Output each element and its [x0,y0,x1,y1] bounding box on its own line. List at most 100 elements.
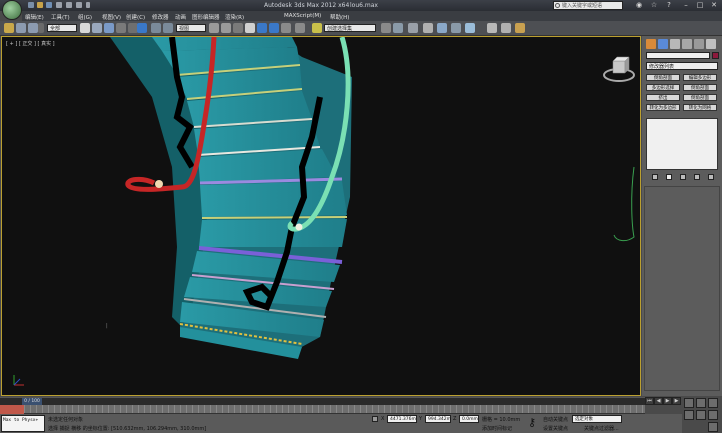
viewcube-widget[interactable] [602,51,636,85]
edit-named-sets-icon[interactable] [295,23,305,33]
time-slider[interactable]: 0 / 100 [0,397,645,405]
menu-create[interactable]: 创建(C) [126,13,145,21]
zoom-icon[interactable] [684,398,694,408]
modifier-button-bevel-profile-3[interactable]: 倒角剖面 [683,94,717,101]
schematic-view-icon[interactable] [451,23,461,33]
save-file-icon[interactable] [46,2,52,8]
selection-lock-icon[interactable] [372,416,378,422]
modifier-button-edit-poly[interactable]: 编辑多边形 [683,74,717,81]
close-button[interactable]: ✕ [708,1,720,10]
modifier-button-turn-to-mesh[interactable]: 转化为网格 [683,104,717,111]
modifier-list-dropdown[interactable]: 修改器列表 [646,62,718,70]
next-frame-icon[interactable]: ▶ [672,397,681,405]
rotate-icon[interactable] [151,23,161,33]
orbit-icon[interactable] [708,410,718,420]
rendered-frame-icon[interactable] [501,23,511,33]
maxscript-listener-input[interactable]: Max to Physx+ [1,415,45,432]
new-file-icon[interactable] [28,2,34,8]
curve-editor-icon[interactable] [437,23,447,33]
zoom-all-icon[interactable] [696,398,706,408]
previous-frame-icon[interactable]: ◀ [654,397,663,405]
modify-tab-icon[interactable] [658,39,668,49]
remove-modifier-icon[interactable] [694,174,700,180]
selection-filter-dropdown[interactable]: 全部 [47,24,77,32]
modifier-button-bevel-profile[interactable]: 倒角剖面 [646,74,680,81]
make-unique-icon[interactable] [680,174,686,180]
maximize-viewport-icon[interactable] [708,422,718,432]
select-object-icon[interactable] [80,23,90,33]
layer-manager-icon[interactable] [408,23,418,33]
track-bar[interactable] [0,405,645,414]
key-mode-dropdown[interactable]: 选定对象 [572,415,622,423]
mirror-icon[interactable] [381,23,391,33]
menu-tools[interactable]: 工具(T) [51,13,70,21]
perspective-viewport[interactable]: [ + ] [ 正交 ] [ 真实 ] | [1,36,641,396]
time-slider-thumb[interactable]: 0 / 100 [22,398,42,405]
set-key-icon[interactable]: ⚷ [528,417,540,429]
reference-coordinate-dropdown[interactable]: 视图 [176,24,206,32]
play-icon[interactable]: ▶ [663,397,672,405]
rectangle-selection-icon[interactable] [104,23,114,33]
modifier-button-turn-to-poly[interactable]: 转化为多边形 [646,104,680,111]
binoculars-icon[interactable]: ◉ [633,1,645,10]
maximize-button[interactable]: □ [694,1,706,10]
snap-3d-icon[interactable] [245,23,255,33]
redo-icon[interactable] [66,2,72,8]
display-tab-icon[interactable] [694,39,704,49]
menu-group[interactable]: 组(G) [78,13,92,21]
object-name-input[interactable] [646,52,710,59]
help-icon[interactable]: ? [663,1,675,10]
star-icon[interactable]: ☆ [648,1,660,10]
render-production-icon[interactable] [515,23,525,33]
x-coordinate-field[interactable]: 4471.376m [387,415,417,423]
y-coordinate-field[interactable]: 994.342m [425,415,451,423]
pan-icon[interactable] [696,410,706,420]
project-folder-icon[interactable] [76,2,82,8]
field-of-view-icon[interactable] [684,410,694,420]
open-file-icon[interactable] [37,2,43,8]
utilities-tab-icon[interactable] [706,39,716,49]
bind-space-warp-icon[interactable] [38,23,44,33]
z-coordinate-field[interactable]: 0.0mm [459,415,479,423]
modifier-button-bevel-profile-2[interactable]: 倒角剖面 [683,84,717,91]
minimize-button[interactable]: – [680,1,692,10]
key-filters-button[interactable]: 关键点过滤器... [584,425,619,432]
menu-views[interactable]: 视图(V) [102,13,121,21]
scale-icon[interactable] [163,23,173,33]
modifier-button-poly-select[interactable]: 多边形选择 [646,84,680,91]
motion-tab-icon[interactable] [682,39,692,49]
window-crossing-icon[interactable] [116,23,126,33]
menu-animation[interactable]: 动画 [175,13,186,21]
pin-stack-icon[interactable] [652,174,658,180]
menu-rendering[interactable]: 渲染(R) [225,13,244,21]
named-selection-dropdown[interactable]: 创建选择集 [324,24,376,32]
percent-snap-icon[interactable] [269,23,279,33]
menu-graph-editors[interactable]: 图形编辑器 [192,13,220,21]
unlink-icon[interactable] [28,23,38,33]
object-color-swatch[interactable] [712,52,719,59]
zoom-extents-icon[interactable] [708,398,718,408]
move-active-icon[interactable] [137,23,147,33]
hierarchy-tab-icon[interactable] [670,39,680,49]
select-manipulate-icon[interactable] [221,23,231,33]
undo-tool-icon[interactable] [4,23,14,33]
app-logo-icon[interactable] [2,0,22,20]
named-selection-icon[interactable] [312,23,322,33]
align-icon[interactable] [393,23,403,33]
show-end-result-icon[interactable] [666,174,672,180]
angle-snap-icon[interactable] [257,23,267,33]
menu-maxscript[interactable]: MAXScript(M) [284,13,321,19]
spinner-snap-icon[interactable] [281,23,291,33]
menu-edit[interactable]: 编辑(E) [25,13,44,21]
undo-icon[interactable] [56,2,62,8]
add-time-tag[interactable]: 添加时间标记 [482,425,512,432]
set-key-button[interactable]: 设置关键点 [543,425,568,432]
material-editor-icon[interactable] [465,23,475,33]
quick-access-dropdown-icon[interactable] [86,2,90,8]
graphite-ribbon-icon[interactable] [423,23,433,33]
configure-sets-icon[interactable] [708,174,714,180]
menu-help[interactable]: 帮助(H) [330,13,349,21]
go-to-start-icon[interactable]: ⏮ [645,397,654,405]
select-by-name-icon[interactable] [92,23,102,33]
keyboard-shortcut-icon[interactable] [233,23,243,33]
